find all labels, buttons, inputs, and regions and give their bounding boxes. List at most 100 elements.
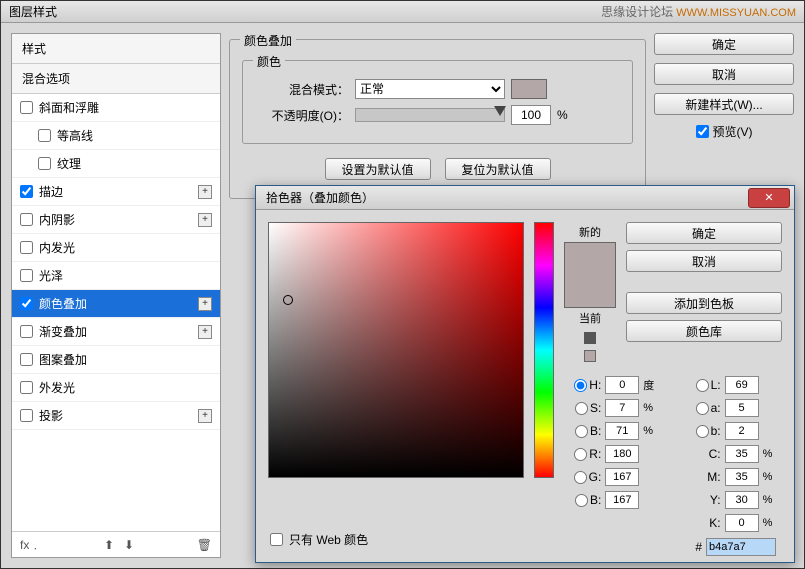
value-M[interactable] (725, 468, 759, 486)
layer-style-title: 图层样式 (9, 3, 57, 20)
style-item-checkbox[interactable] (38, 157, 51, 170)
color-picker-titlebar[interactable]: 拾色器（叠加颜色） ✕ (256, 186, 794, 210)
color-model-radio[interactable]: a: (696, 401, 721, 415)
hex-input[interactable] (706, 538, 776, 556)
style-item-checkbox[interactable] (20, 101, 33, 114)
ok-button[interactable]: 确定 (654, 33, 794, 55)
value-b[interactable] (725, 422, 759, 440)
layer-style-titlebar[interactable]: 图层样式 思缘设计论坛 WWW.MISSYUAN.COM (1, 1, 804, 23)
style-item-checkbox[interactable] (20, 185, 33, 198)
blend-options-header[interactable]: 混合选项 (12, 64, 220, 94)
style-item-label: 颜色叠加 (39, 295, 87, 312)
move-up-icon[interactable]: ⬆ (104, 538, 114, 552)
style-item-label: 纹理 (57, 155, 81, 172)
color-model-radio[interactable]: S: (575, 401, 601, 415)
watermark: 思缘设计论坛 WWW.MISSYUAN.COM (601, 3, 796, 20)
style-item-checkbox[interactable] (20, 325, 33, 338)
web-colors-only-checkbox[interactable]: 只有 Web 颜色 (270, 531, 368, 548)
style-item-checkbox[interactable] (20, 213, 33, 226)
value-H[interactable] (605, 376, 639, 394)
value-Bb[interactable] (605, 491, 639, 509)
picker-cancel-button[interactable]: 取消 (626, 250, 782, 272)
style-item-checkbox[interactable] (20, 269, 33, 282)
overlay-color-swatch[interactable] (511, 79, 547, 99)
hue-slider[interactable] (534, 222, 554, 478)
style-item-label: 渐变叠加 (39, 323, 87, 340)
opacity-input[interactable] (511, 105, 551, 125)
fx-menu-icon[interactable]: fx﹒ (20, 536, 41, 553)
add-instance-icon[interactable]: + (198, 409, 212, 423)
color-libraries-button[interactable]: 颜色库 (626, 320, 782, 342)
new-color-swatch (565, 243, 615, 275)
style-item-4[interactable]: 内阴影 + (12, 206, 220, 234)
value-L[interactable] (725, 376, 759, 394)
value-R[interactable] (605, 445, 639, 463)
color-model-radio[interactable]: B: (575, 424, 601, 438)
style-item-10[interactable]: 外发光 (12, 374, 220, 402)
value-S[interactable] (605, 399, 639, 417)
color-model-radio[interactable]: G: (574, 470, 602, 484)
style-item-6[interactable]: 光泽 (12, 262, 220, 290)
opacity-unit: % (557, 108, 568, 122)
style-item-9[interactable]: 图案叠加 (12, 346, 220, 374)
style-item-3[interactable]: 描边 + (12, 178, 220, 206)
style-item-checkbox[interactable] (20, 241, 33, 254)
value-K[interactable] (725, 514, 759, 532)
style-item-label: 斜面和浮雕 (39, 99, 99, 116)
add-instance-icon[interactable]: + (198, 213, 212, 227)
style-item-checkbox[interactable] (20, 409, 33, 422)
value-G[interactable] (605, 468, 639, 486)
style-item-2[interactable]: 纹理 (12, 150, 220, 178)
color-values-grid: H:度L:S:%a:B:%b:R:C:%G:M:%B:Y:%K:% (564, 376, 782, 532)
value-C[interactable] (725, 445, 759, 463)
add-instance-icon[interactable]: + (198, 185, 212, 199)
color-field-marker (283, 295, 293, 305)
cancel-button[interactable]: 取消 (654, 63, 794, 85)
style-item-1[interactable]: 等高线 (12, 122, 220, 150)
color-overlay-group-title: 颜色叠加 (240, 32, 296, 49)
style-item-checkbox[interactable] (20, 297, 33, 310)
style-item-11[interactable]: 投影+ (12, 402, 220, 430)
style-item-checkbox[interactable] (20, 381, 33, 394)
styles-list: 斜面和浮雕等高线纹理描边 + 内阴影 + 内发光光泽颜色叠加 + 渐变叠加 + 图案叠加外发光投… (12, 94, 220, 531)
reset-default-button[interactable]: 复位为默认值 (445, 158, 551, 180)
color-model-radio[interactable]: b: (696, 424, 721, 438)
web-safe-swatch[interactable] (584, 350, 596, 362)
style-item-label: 外发光 (39, 379, 75, 396)
style-item-checkbox[interactable] (38, 129, 51, 142)
color-model-radio[interactable]: R: (574, 447, 601, 461)
style-item-label: 内发光 (39, 239, 75, 256)
trash-icon[interactable]: 🗑 (197, 538, 212, 552)
color-model-radio[interactable]: B: (575, 493, 601, 507)
set-default-button[interactable]: 设置为默认值 (325, 158, 431, 180)
style-item-label: 图案叠加 (39, 351, 87, 368)
style-item-8[interactable]: 渐变叠加 + (12, 318, 220, 346)
style-item-label: 描边 (39, 183, 63, 200)
add-instance-icon[interactable]: + (198, 297, 212, 311)
add-to-swatches-button[interactable]: 添加到色板 (626, 292, 782, 314)
style-item-0[interactable]: 斜面和浮雕 (12, 94, 220, 122)
cube-icon[interactable] (584, 332, 596, 344)
style-item-7[interactable]: 颜色叠加 + (12, 290, 220, 318)
style-item-5[interactable]: 内发光 (12, 234, 220, 262)
value-B[interactable] (605, 422, 639, 440)
style-item-label: 等高线 (57, 127, 93, 144)
hex-label: # (695, 540, 702, 554)
new-style-button[interactable]: 新建样式(W)... (654, 93, 794, 115)
add-instance-icon[interactable]: + (198, 325, 212, 339)
close-icon[interactable]: ✕ (748, 188, 790, 208)
color-field[interactable] (268, 222, 524, 478)
style-item-label: 内阴影 (39, 211, 75, 228)
color-overlay-group: 颜色叠加 颜色 混合模式： 正常 不透明度(O)： % (229, 39, 646, 199)
picker-ok-button[interactable]: 确定 (626, 222, 782, 244)
blend-mode-select[interactable]: 正常 (355, 79, 505, 99)
preview-checkbox[interactable]: 预览(V) (654, 123, 794, 140)
color-picker-title: 拾色器（叠加颜色） (266, 189, 374, 206)
value-Y[interactable] (725, 491, 759, 509)
move-down-icon[interactable]: ⬇ (124, 538, 134, 552)
style-item-checkbox[interactable] (20, 353, 33, 366)
color-model-radio[interactable]: L: (696, 378, 721, 392)
color-model-radio[interactable]: H: (574, 378, 601, 392)
opacity-slider[interactable] (355, 108, 505, 122)
value-a[interactable] (725, 399, 759, 417)
